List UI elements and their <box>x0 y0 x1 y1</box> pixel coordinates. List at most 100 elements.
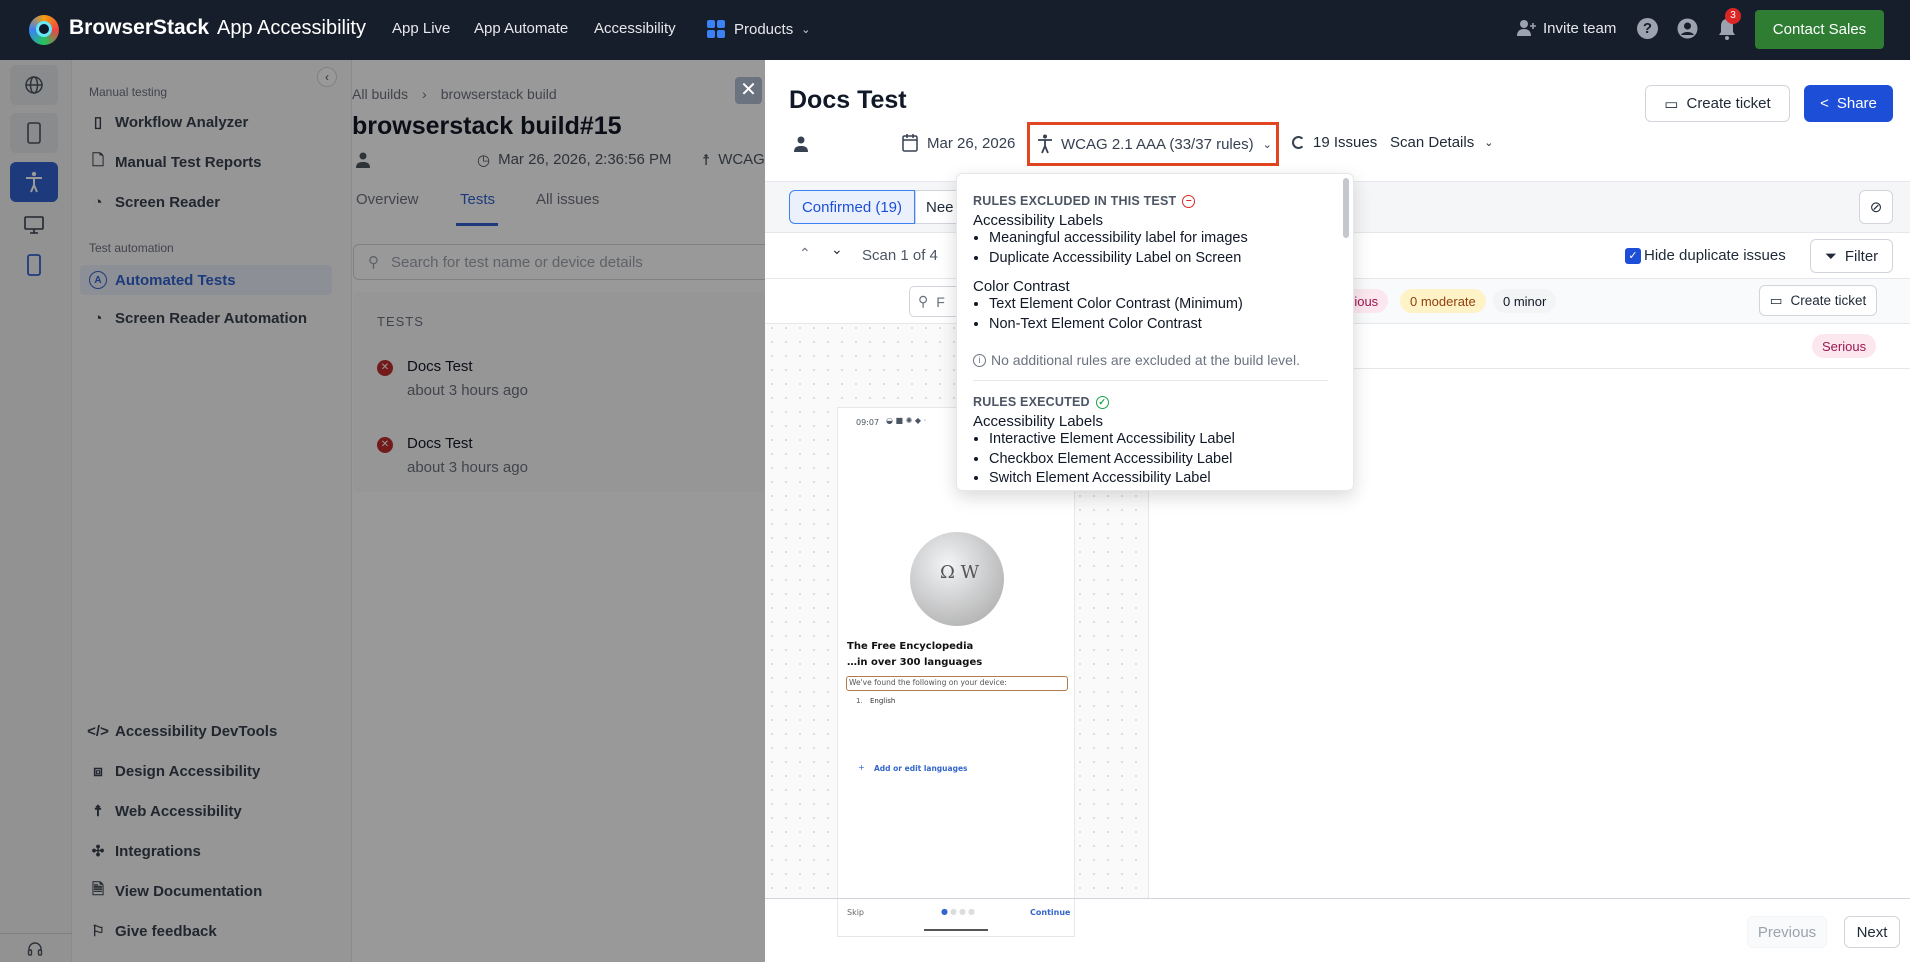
products-menu[interactable]: Products ⌄ <box>706 19 810 39</box>
scan-details-label: Scan Details <box>1390 134 1475 151</box>
active-tab-indicator <box>456 223 498 226</box>
search-icon: ⚲ <box>918 293 929 309</box>
help-icon[interactable]: ? <box>1637 18 1658 39</box>
rule-group-name: Accessibility Labels <box>973 413 1104 430</box>
sidebar-item-label: Manual Test Reports <box>115 153 262 171</box>
test-row[interactable]: ✕ Docs Test about 3 hours ago <box>377 358 747 408</box>
sidebar-item-design-accessibility[interactable]: ⧈ Design Accessibility <box>89 758 260 784</box>
sidebar-section-manual: Manual testing <box>89 85 168 99</box>
ticket-icon: ▭ <box>1769 292 1783 308</box>
create-ticket-small-button[interactable]: ▭ Create ticket <box>1759 285 1877 316</box>
wcag-standard-dropdown[interactable]: WCAG 2.1 AAA (33/37 rules) ⌄ <box>1027 122 1279 166</box>
user-icon <box>356 152 370 168</box>
mobile-icon <box>27 254 41 276</box>
sidebar-item-automated-tests[interactable]: A Automated Tests <box>80 265 332 295</box>
rail-desktop-button[interactable] <box>10 205 58 245</box>
toggle-highlights-button[interactable]: ⊘ <box>1859 190 1893 224</box>
executed-heading-text: RULES EXECUTED <box>973 395 1090 409</box>
sidebar-item-label: View Documentation <box>115 882 263 900</box>
sidebar-item-devtools[interactable]: </> Accessibility DevTools <box>87 718 278 744</box>
highlighted-element[interactable]: We've found the following on your device… <box>846 676 1068 691</box>
sidebar-item-label: Accessibility DevTools <box>115 722 278 740</box>
sidebar-item-manual-test-reports[interactable]: 🗋 Manual Test Reports <box>89 149 261 175</box>
language-number: 1. <box>856 697 863 705</box>
nav-app-live[interactable]: App Live <box>392 20 450 37</box>
build-standard-text: WCAG <box>718 151 765 168</box>
headset-icon[interactable] <box>27 941 43 957</box>
browserstack-logo[interactable] <box>29 15 59 45</box>
desktop-icon <box>24 216 44 234</box>
sidebar-item-screen-reader[interactable]: ◔ Screen Reader <box>89 189 220 215</box>
previous-scan-button[interactable]: ⌃ <box>799 245 811 262</box>
invite-team-button[interactable]: Invite team <box>1517 19 1616 37</box>
tab-tests[interactable]: Tests <box>460 191 495 208</box>
sidebar-item-screen-reader-automation[interactable]: ◔ Screen Reader Automation <box>89 305 307 331</box>
create-ticket-button[interactable]: ▭ Create ticket <box>1645 85 1790 122</box>
tab-overview[interactable]: Overview <box>356 191 419 208</box>
rail-mobile-button[interactable] <box>10 113 58 153</box>
rule-item: Interactive Element Accessibility Label <box>989 430 1328 450</box>
device-skip: Skip <box>847 908 865 917</box>
contact-sales-button[interactable]: Contact Sales <box>1755 10 1884 49</box>
sidebar-item-web-accessibility[interactable]: ☨ Web Accessibility <box>89 798 242 824</box>
rule-list: Meaningful accessibility label for image… <box>973 229 1328 268</box>
next-button[interactable]: Next <box>1844 916 1900 948</box>
sidebar-item-feedback[interactable]: ⚐ Give feedback <box>89 918 216 944</box>
search-placeholder: Search for test name or device details <box>391 253 643 271</box>
sidebar-item-label: Web Accessibility <box>115 802 242 820</box>
nav-accessibility[interactable]: Accessibility <box>594 20 676 37</box>
search-placeholder: F <box>936 293 945 310</box>
collapse-sidebar-button[interactable]: ‹ <box>317 67 337 87</box>
chevron-down-icon: ⌄ <box>1484 137 1494 149</box>
failed-icon: ✕ <box>377 360 393 376</box>
clock-icon: ◷ <box>477 152 491 169</box>
popover-scrollbar[interactable] <box>1343 178 1349 238</box>
rules-popover: RULES EXCLUDED IN THIS TEST – Accessibili… <box>956 173 1354 491</box>
scan-counter: Scan 1 of 4 <box>862 247 938 264</box>
tests-header: TESTS <box>377 314 424 329</box>
tab-confirmed[interactable]: Confirmed (19) <box>789 190 915 224</box>
add-languages-link: Add or edit languages <box>874 764 968 773</box>
rule-item: Meaningful accessibility label for image… <box>989 229 1328 249</box>
chevron-down-icon: ⌄ <box>801 23 811 36</box>
product-name: App Accessibility <box>217 17 366 39</box>
test-search-input[interactable]: ⚲ Search for test name or device details <box>353 244 765 280</box>
sidebar-item-workflow-analyzer[interactable]: ▯ Workflow Analyzer <box>89 109 249 135</box>
products-label: Products <box>734 20 794 38</box>
close-drawer-button[interactable]: ✕ <box>735 77 762 104</box>
sidebar-item-documentation[interactable]: 🗎 View Documentation <box>89 878 262 904</box>
rail-accessibility-button[interactable] <box>10 162 58 202</box>
progress-ring-icon <box>1292 136 1305 149</box>
build-date-text: Mar 26, 2026, 2:36:56 PM <box>498 151 672 168</box>
minus-circle-icon: – <box>1182 194 1196 208</box>
share-icon: < <box>1820 95 1829 112</box>
test-row[interactable]: ✕ Docs Test about 3 hours ago <box>377 435 747 485</box>
screen-reader-icon: ◔ <box>93 193 103 211</box>
sidebar-item-integrations[interactable]: ✣ Integrations <box>89 838 201 864</box>
sidebar-item-label: Screen Reader Automation <box>115 309 307 327</box>
hide-duplicates-checkbox[interactable]: ✓ <box>1625 248 1641 264</box>
globe-icon <box>25 76 43 94</box>
chevron-down-icon: ⌄ <box>1262 138 1272 151</box>
mobile-icon <box>27 122 41 144</box>
rule-list: Interactive Element Accessibility Label … <box>973 430 1328 489</box>
filter-button[interactable]: ⏷ Filter <box>1810 239 1893 273</box>
filter-label: Filter <box>1844 247 1879 265</box>
modal-overlay[interactable]: Manual testing ▯ Workflow Analyzer 🗋 Manua… <box>0 0 765 962</box>
document-icon: 🗎 <box>91 880 105 898</box>
scan-details-dropdown[interactable]: Scan Details ⌄ <box>1390 134 1493 151</box>
sidebar-item-label: Workflow Analyzer <box>115 113 249 131</box>
breadcrumb-build[interactable]: browserstack build <box>441 86 557 102</box>
executed-heading: RULES EXECUTED ✓ <box>973 380 1328 409</box>
nav-app-automate[interactable]: App Automate <box>474 20 568 37</box>
account-icon[interactable] <box>1677 18 1698 39</box>
rail-app-button[interactable] <box>10 245 58 285</box>
tab-all-issues[interactable]: All issues <box>536 191 599 208</box>
next-scan-button[interactable]: ⌄ <box>831 241 843 258</box>
rail-web-button[interactable] <box>10 65 58 105</box>
share-button[interactable]: < Share <box>1804 85 1893 122</box>
figma-icon: ⧈ <box>93 762 103 780</box>
previous-button[interactable]: Previous <box>1747 916 1827 948</box>
drawer-title: Docs Test <box>789 86 907 114</box>
breadcrumb-all-builds[interactable]: All builds <box>352 86 408 102</box>
